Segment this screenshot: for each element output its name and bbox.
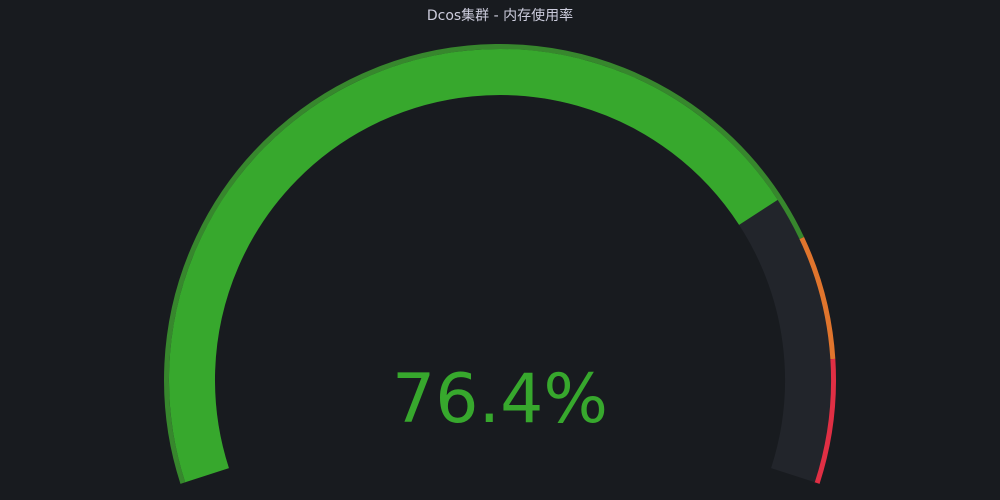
gauge-chart: 76.4% <box>164 44 836 484</box>
gauge-value-label: 76.4% <box>392 360 608 439</box>
gauge-panel: Dcos集群 - 内存使用率 76.4% <box>0 0 1000 500</box>
